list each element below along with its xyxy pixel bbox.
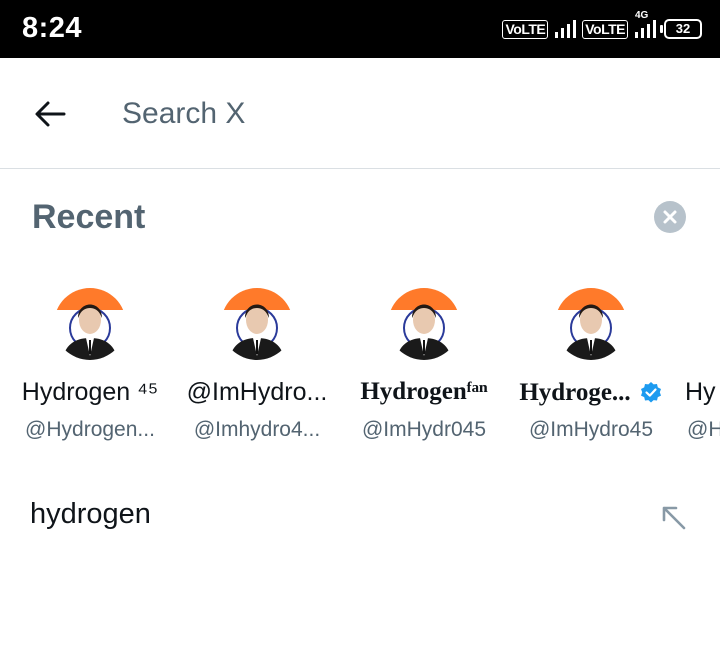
recent-query-row[interactable]: hydrogen [0,480,720,552]
account-handle: @H [687,418,720,441]
signal-icon-2: 4G [634,10,656,40]
portrait-avatar-icon [54,288,126,360]
avatar [388,288,460,360]
recent-account-card[interactable]: Hydrogenᶠᵃⁿ @ImHydr045 [339,288,509,448]
portrait-avatar-icon [221,288,293,360]
signal-icon [555,20,577,38]
volte-badge: VoLTE [502,19,549,39]
recent-account-card[interactable]: @ImHydro... @Imhydro4... [172,288,342,448]
portrait-avatar-icon [388,288,460,360]
signal-bars-icon [635,20,656,38]
volte-badge-2: VoLTE [582,19,628,39]
account-name: Hydrogenᶠᵃⁿ [360,378,488,405]
account-handle: @Imhydro4... [193,418,321,441]
back-arrow-icon [35,101,66,127]
account-name: Hydroge... [519,379,631,406]
search-header [0,58,720,169]
account-handle: @ImHydr045 [361,418,487,441]
account-name: @ImHydro... [186,378,328,406]
avatar [54,288,126,360]
account-handle: @ImHydro45 [528,418,654,441]
search-input[interactable] [122,92,682,136]
recent-account-card[interactable]: Hy @H [673,288,720,448]
arrow-up-left-icon [662,506,686,530]
recent-account-card[interactable]: Hydrogen ⁴⁵ @Hydrogen... [5,288,175,448]
account-handle: @Hydrogen... [25,418,155,441]
status-time: 8:24 [22,12,83,44]
recent-accounts-row: Hydrogen ⁴⁵ @Hydrogen... @ImHydro... @Im… [0,288,720,448]
fill-query-button[interactable] [658,502,688,532]
account-name-wrap: Hydroge... [506,378,676,407]
battery-icon: 32 [660,19,702,39]
recent-account-card[interactable]: Hydroge... @ImHydro45 [506,288,676,448]
status-icons: VoLTE VoLTE 4G 32 [502,10,702,44]
network-tag: 4G [635,10,649,21]
close-icon [663,210,677,224]
account-name: Hy [685,378,716,406]
recent-heading: Recent [32,198,146,236]
recent-query-text: hydrogen [30,498,151,530]
portrait-avatar-icon [555,288,627,360]
account-name: Hydrogen ⁴⁵ [21,378,159,406]
avatar [555,288,627,360]
clear-recent-button[interactable] [654,201,686,233]
status-bar: 8:24 VoLTE VoLTE 4G 32 [0,0,720,58]
verified-badge-icon [640,382,661,403]
avatar [221,288,293,360]
back-button[interactable] [32,96,68,132]
